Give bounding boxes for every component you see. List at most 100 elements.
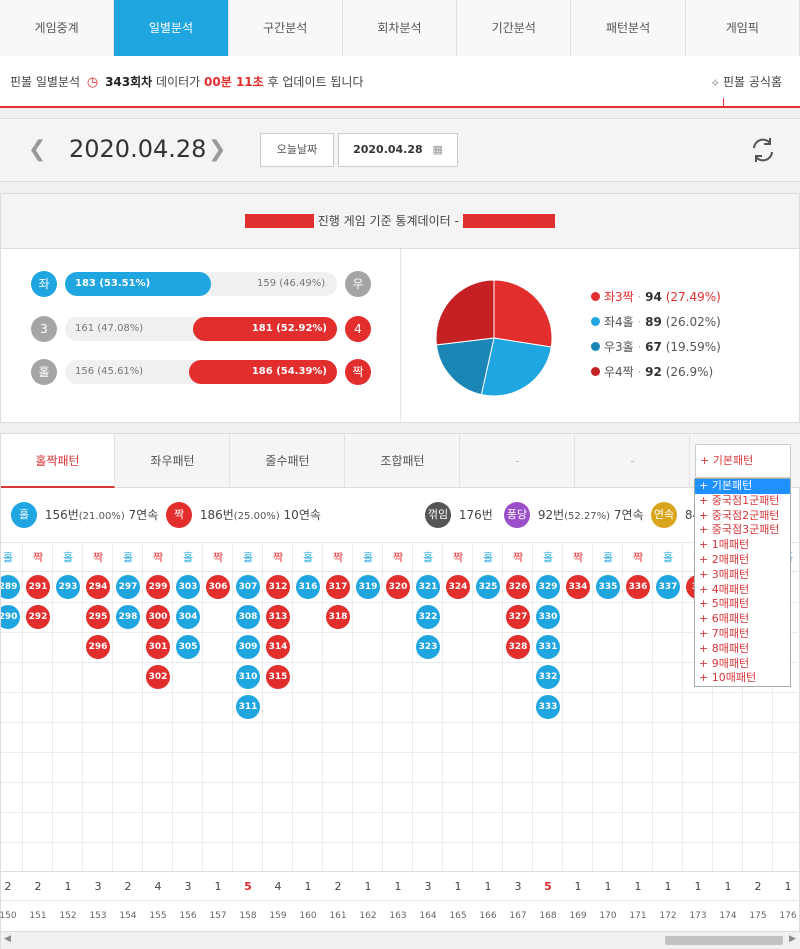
link-icon: ⟡ xyxy=(711,75,720,89)
nav-tab-4[interactable]: 기간분석 xyxy=(457,0,572,56)
result-ball: 297 xyxy=(116,575,140,599)
result-ball: 329 xyxy=(536,575,560,599)
streak-count: 1 xyxy=(664,880,672,893)
today-button[interactable]: 오늘날짜 xyxy=(260,133,334,167)
dropdown-option[interactable]: + 중국점3군패턴 xyxy=(695,523,790,538)
notice-time: 00분 11초 xyxy=(204,75,264,89)
round-number: 173 xyxy=(689,911,707,921)
dropdown-option[interactable]: + 9매패턴 xyxy=(695,657,790,672)
dropdown-option[interactable]: + 1매패턴 xyxy=(695,538,790,553)
pattern-tab-0[interactable]: 홀짝패턴 xyxy=(1,434,115,488)
streak-count: 4 xyxy=(274,880,282,893)
legend-dot-icon xyxy=(591,317,600,326)
streak-count: 1 xyxy=(604,880,612,893)
pattern-tab-3[interactable]: 조합패턴 xyxy=(346,434,460,488)
round-number: 156 xyxy=(179,911,197,921)
chevron-right-icon[interactable]: ❯ xyxy=(208,137,226,162)
pattern-select[interactable]: + 기본패턴 xyxy=(695,444,791,478)
pattern-column: 홀 289 290 xyxy=(1,544,23,871)
scroll-left-icon[interactable]: ◀ xyxy=(4,934,11,944)
dropdown-option[interactable]: + 2매패턴 xyxy=(695,553,790,568)
result-ball: 294 xyxy=(86,575,110,599)
dropdown-option[interactable]: + 7매패턴 xyxy=(695,627,790,642)
nav-tab-1[interactable]: 일별분석 xyxy=(114,0,229,56)
column-head: 짝 xyxy=(23,544,53,572)
dropdown-option[interactable]: + 3매패턴 xyxy=(695,568,790,583)
streak-counts-row: 2 2 1 3 2 4 3 1 5 4 1 2 1 1 3 1 1 3 5 1 1 1 1 1 1 2 1 xyxy=(1,871,800,901)
dropdown-option[interactable]: + 4매패턴 xyxy=(695,583,790,598)
column-head: 홀 xyxy=(353,544,383,572)
even-icon: 짝 xyxy=(166,502,192,528)
pattern-column: 짝 294 295 296 xyxy=(83,544,113,871)
pattern-column: 짝 334 xyxy=(563,544,593,871)
notice-message: 핀볼 일별분석 ◷ 343회차 데이터가 00분 11초 후 업데이트 됩니다 xyxy=(10,73,363,90)
ratio-right-label: 우 xyxy=(345,271,371,297)
round-number: 164 xyxy=(419,911,437,921)
result-ball: 336 xyxy=(626,575,650,599)
nav-tab-0[interactable]: 게임중계 xyxy=(0,0,115,56)
pattern-tab-2[interactable]: 줄수패턴 xyxy=(231,434,345,488)
result-ball: 295 xyxy=(86,605,110,629)
result-ball: 318 xyxy=(326,605,350,629)
legend-pct: (26.02%) xyxy=(661,315,721,329)
horizontal-scrollbar[interactable]: ◀ ▶ xyxy=(1,931,800,949)
notice-mid: 데이터가 xyxy=(156,75,201,89)
notice-round: 343회차 xyxy=(105,75,153,89)
scroll-right-icon[interactable]: ▶ xyxy=(789,934,796,944)
stats-heading-brand: 베픽 라이브스코어 xyxy=(462,214,555,228)
bounce-icon: 꺾임 xyxy=(425,502,451,528)
round-number: 157 xyxy=(209,911,227,921)
nav-tab-2[interactable]: 구간분석 xyxy=(228,0,343,56)
pattern-tab-1[interactable]: 좌우패턴 xyxy=(116,434,230,488)
stats-panel: 2020.04.28 진행 게임 기준 통계데이터 - 베픽 라이브스코어 좌우… xyxy=(0,193,800,424)
legend-dot-icon xyxy=(591,292,600,301)
dropdown-option[interactable]: + 중국점2군패턴 xyxy=(695,509,790,524)
round-number: 170 xyxy=(599,911,617,921)
official-home-link[interactable]: ⟡ 핀볼 공식홈 xyxy=(711,73,782,90)
streak-count: 1 xyxy=(304,880,312,893)
streak-count: 2 xyxy=(34,880,42,893)
date-input-value: 2020.04.28 xyxy=(353,143,423,156)
pie-legend-item: 좌3짝 · 94 (27.49%) xyxy=(591,288,721,305)
column-head: 짝 xyxy=(623,544,653,572)
ratio-bar-fill: 186 (54.39%) xyxy=(189,360,337,384)
dropdown-option[interactable]: + 8매패턴 xyxy=(695,642,790,657)
pong-count: 92번 xyxy=(537,508,565,522)
pattern-select-value: + 기본패턴 xyxy=(700,454,754,467)
pattern-tab-5[interactable]: - xyxy=(576,434,690,488)
refresh-icon[interactable] xyxy=(748,135,778,165)
column-head: 짝 xyxy=(83,544,113,572)
pong-icon: 퐁당 xyxy=(504,502,530,528)
pong-pct: (52.27%) xyxy=(564,511,611,522)
round-number: 163 xyxy=(389,911,407,921)
pattern-column: 홀 307 308 309 310 311 xyxy=(233,544,263,871)
odd-streak: 7연속 xyxy=(128,508,159,522)
date-input[interactable]: 2020.04.28 ▦ xyxy=(338,133,458,167)
official-home-label: 핀볼 공식홈 xyxy=(722,75,782,89)
ratio-bar-fill: 183 (53.51%) xyxy=(65,272,211,296)
chevron-left-icon[interactable]: ❮ xyxy=(28,137,46,162)
legend-separator: · xyxy=(633,315,646,329)
ratio-bar-fill: 181 (52.92%) xyxy=(193,317,337,341)
streak-count: 1 xyxy=(784,880,792,893)
result-ball: 325 xyxy=(476,575,500,599)
dropdown-option[interactable]: + 6매패턴 xyxy=(695,612,790,627)
result-ball: 307 xyxy=(236,575,260,599)
result-ball: 317 xyxy=(326,575,350,599)
dropdown-option[interactable]: + 중국점1군패턴 xyxy=(695,494,790,509)
nav-tab-5[interactable]: 패턴분석 xyxy=(571,0,686,56)
dropdown-option[interactable]: + 5매패턴 xyxy=(695,597,790,612)
dropdown-option[interactable]: + 기본패턴 xyxy=(695,479,790,494)
streak-count: 2 xyxy=(124,880,132,893)
scrollbar-thumb[interactable] xyxy=(665,936,783,945)
nav-tab-6[interactable]: 게임픽 xyxy=(685,0,800,56)
pattern-tab-4[interactable]: - xyxy=(461,434,575,488)
notice-suffix: 후 업데이트 됩니다 xyxy=(267,75,364,89)
pattern-column: 짝 312 313 314 315 xyxy=(263,544,293,871)
pattern-column: 홀 293 xyxy=(53,544,83,871)
pattern-column: 짝 291 292 xyxy=(23,544,53,871)
dropdown-option[interactable]: + 10매패턴 xyxy=(695,671,790,686)
result-ball: 312 xyxy=(266,575,290,599)
column-head: 홀 xyxy=(113,544,143,572)
nav-tab-3[interactable]: 회차분석 xyxy=(342,0,458,56)
